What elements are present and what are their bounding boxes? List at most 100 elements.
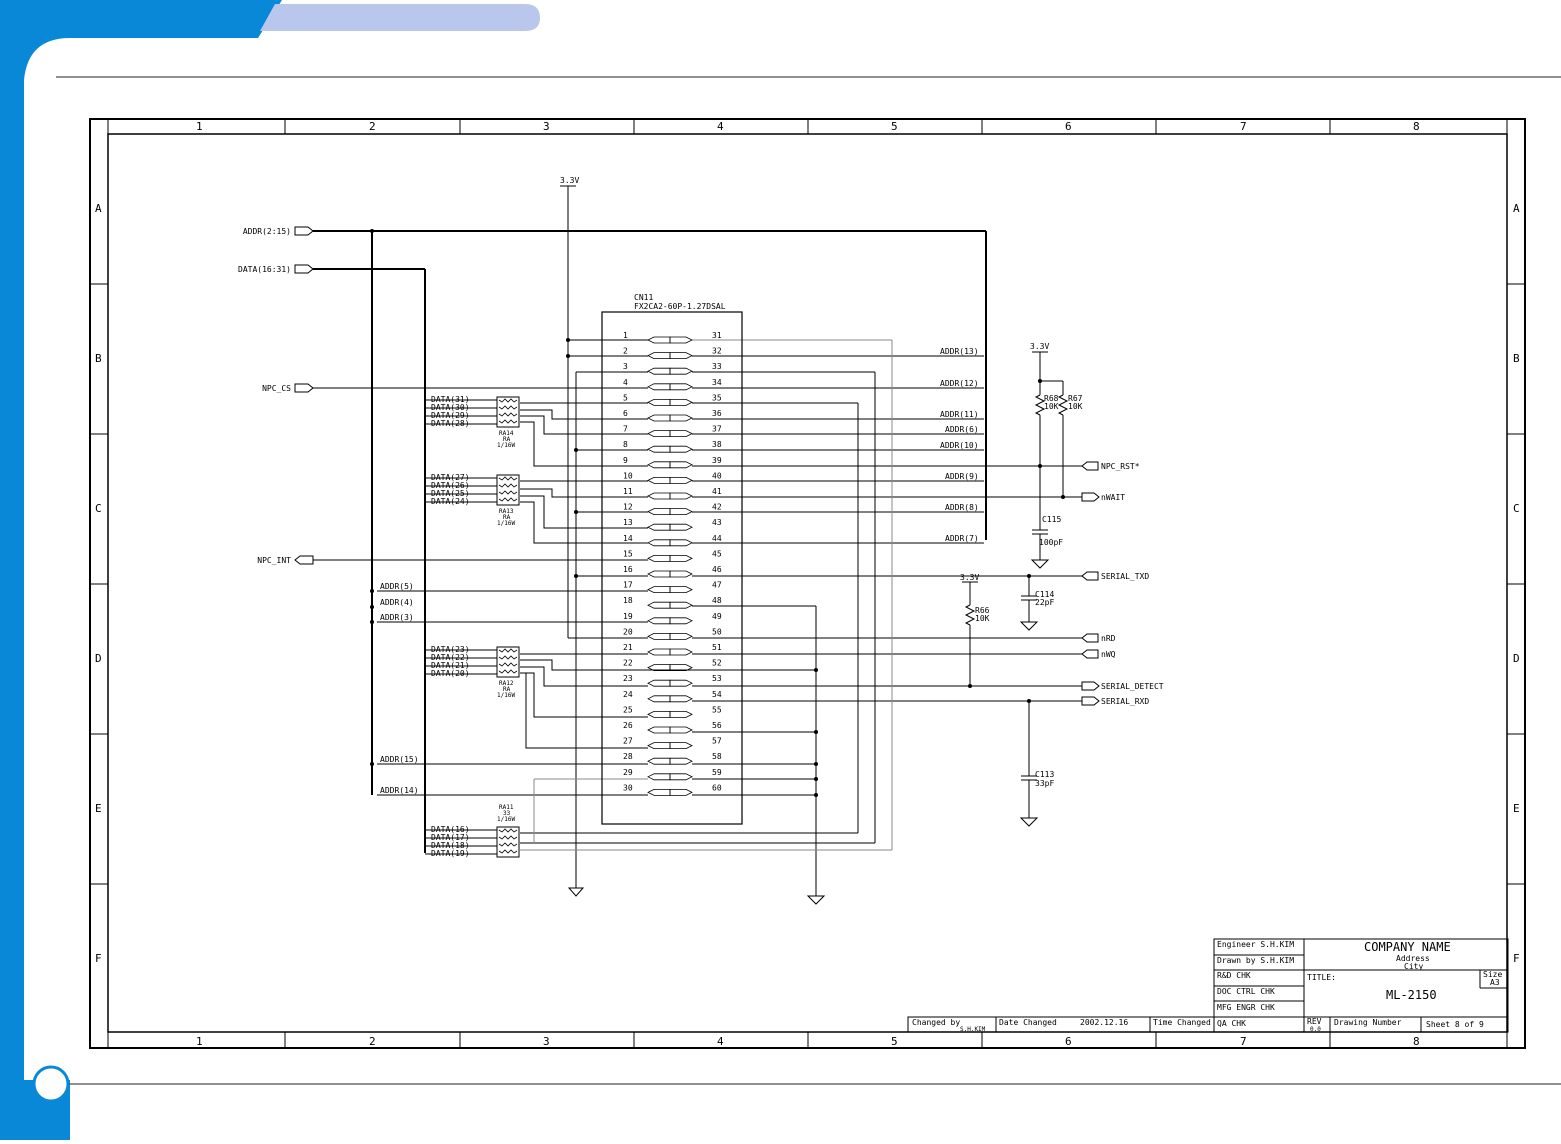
pin-number-right: 58 [712,752,722,761]
pin-number-right: 34 [712,378,722,387]
pin-number-right: 49 [712,612,722,621]
pin-number-right: 56 [712,721,722,730]
r66-value: 10K [975,614,990,623]
tb-qa: QA CHK [1217,1019,1246,1028]
col-label-bottom-5: 5 [891,1035,898,1048]
pin-number-left: 6 [623,409,628,418]
addr-label-11: ADDR(11) [940,410,979,419]
tb-rev-label: REV [1307,1017,1322,1026]
power-label-main: 3.3V [560,176,579,185]
tb-date-changed-label: Date Changed [999,1018,1057,1027]
port-label: ADDR(2:15) [243,227,291,236]
pin-number-right: 60 [712,783,722,792]
data-label-19: DATA(19) [431,849,470,858]
pin-number-right: 35 [712,393,722,402]
tb-title: ML-2150 [1386,988,1437,1002]
c115-ref: C115 [1042,515,1061,524]
tb-engineer: Engineer S.H.KIM [1217,940,1294,949]
pin-number-left: 16 [623,565,633,574]
port-label: nRD [1101,634,1116,643]
pin-number-left: 2 [623,347,628,356]
pin-number-right: 57 [712,737,722,746]
pin-number-left: 23 [623,674,633,683]
addr-label-9: ADDR(9) [945,472,979,481]
schematic-canvas: 1 2 3 4 5 6 7 8 1 2 3 4 5 6 7 8 A B C D … [0,0,1561,1140]
addr-label-6: ADDR(6) [945,425,979,434]
row-label-left-d: D [95,652,102,665]
page-number-circle [32,1065,70,1103]
pin-number-left: 21 [623,643,633,652]
c113-value: 33pF [1035,779,1054,788]
tb-mfg: MFG ENGR CHK [1217,1003,1275,1012]
col-label-top-8: 8 [1413,120,1420,133]
col-label-bottom-6: 6 [1065,1035,1072,1048]
pin-number-right: 54 [712,690,722,699]
row-label-right-b: B [1513,352,1520,365]
col-label-top-4: 4 [717,120,724,133]
pin-number-left: 4 [623,378,628,387]
tb-doc-ctrl: DOC CTRL CHK [1217,987,1275,996]
tb-company: COMPANY NAME [1364,940,1451,954]
c114-value: 22pF [1035,598,1054,607]
pin-number-left: 20 [623,627,633,636]
resistor-pack-power: 1/16W [497,442,515,449]
port-label: NPC_CS [262,384,291,393]
col-label-top-7: 7 [1240,120,1247,133]
tb-changed-by: S.H.KIM [960,1026,986,1033]
pin-number-right: 39 [712,456,722,465]
pin-number-left: 29 [623,768,633,777]
tb-rd-chk: R&D CHK [1217,971,1251,980]
pin-number-left: 17 [623,581,633,590]
pin-number-left: 3 [623,362,628,371]
col-label-bottom-3: 3 [543,1035,550,1048]
addr-label-5: ADDR(5) [380,582,414,591]
pin-number-left: 12 [623,503,633,512]
tb-date-changed: 2002.12.16 [1080,1018,1128,1027]
tb-drawing-number-label: Drawing Number [1334,1018,1402,1027]
tb-rev: 0.0 [1310,1026,1321,1033]
data-label-28: DATA(28) [431,419,470,428]
r67-value: 10K [1068,402,1083,411]
port-label: nWAIT [1101,493,1125,502]
pin-number-right: 41 [712,487,722,496]
row-label-left-f: F [95,952,102,965]
port-label: NPC_INT [257,556,291,565]
power-label-r68: 3.3V [1030,342,1049,351]
tb-time-changed-label: Time Changed [1153,1018,1211,1027]
power-label-r66: 3.3V [960,573,979,582]
col-label-top-6: 6 [1065,120,1072,133]
pin-number-right: 44 [712,534,722,543]
row-label-right-e: E [1513,802,1520,815]
pin-number-left: 10 [623,471,633,480]
tb-sheet: Sheet 8 of 9 [1426,1020,1484,1029]
port-label: SERIAL_RXD [1101,697,1149,706]
resistor-pack-power: 1/16W [497,520,515,527]
pin-number-right: 38 [712,440,722,449]
port-label: DATA(16:31) [238,265,291,274]
pin-number-right: 31 [712,331,722,340]
pin-number-left: 5 [623,393,628,402]
port-label: NPC_RST* [1101,462,1140,471]
col-label-bottom-4: 4 [717,1035,724,1048]
col-label-bottom-1: 1 [196,1035,203,1048]
pin-number-left: 26 [623,721,633,730]
pin-number-left: 11 [623,487,633,496]
pin-number-right: 52 [712,659,722,668]
data-label-24: DATA(24) [431,497,470,506]
pin-number-left: 15 [623,549,633,558]
row-label-left-b: B [95,352,102,365]
row-label-right-f: F [1513,952,1520,965]
col-label-top-2: 2 [369,120,376,133]
row-label-left-a: A [95,202,102,215]
addr-label-10: ADDR(10) [940,441,979,450]
pin-number-left: 28 [623,752,633,761]
pin-number-left: 30 [623,783,633,792]
addr-label-15: ADDR(15) [380,755,419,764]
addr-label-12: ADDR(12) [940,379,979,388]
page-header [0,0,1561,1140]
pin-number-left: 7 [623,425,628,434]
row-label-left-c: C [95,502,102,515]
addr-label-4: ADDR(4) [380,598,414,607]
col-label-bottom-8: 8 [1413,1035,1420,1048]
row-label-right-d: D [1513,652,1520,665]
